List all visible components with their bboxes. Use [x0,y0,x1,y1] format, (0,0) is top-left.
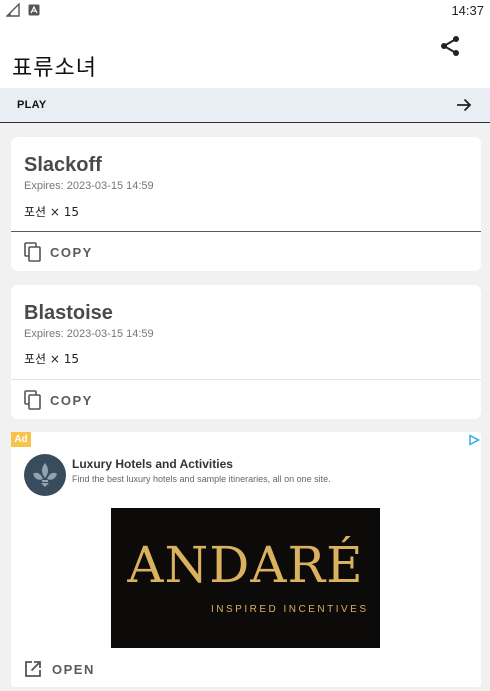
copy-label: COPY [50,244,93,260]
external-link-icon [25,661,41,677]
copy-icon [24,390,41,410]
page-title: 표류소녀 [12,56,97,81]
signal-icon [6,3,20,17]
status-icons [6,3,40,17]
copy-button[interactable]: COPY [24,388,93,412]
fleur-icon [33,463,57,487]
divider [11,379,481,380]
open-label: OPEN [52,661,95,677]
play-label: PLAY [17,99,47,111]
ad-tagline: INSPIRED INCENTIVES [211,604,369,615]
coupon-title: Slackoff [24,154,102,176]
coupon-reward: 포션 × 15 [24,205,80,219]
notification-a-icon [28,4,40,16]
share-icon [441,36,459,56]
copy-icon [24,242,41,262]
advertiser-logo [24,454,66,496]
ad-body: Find the best luxury hotels and sample i… [72,474,331,484]
coupon-title: Blastoise [24,302,113,324]
coupon-expires: Expires: 2023-03-15 14:59 [24,328,154,340]
ad-brand-logo: ANDARÉ [127,536,364,594]
ad-choices-icon[interactable] [468,434,480,446]
copy-label: COPY [50,392,93,408]
status-bar: 14:37 [0,0,490,22]
status-time: 14:37 [451,3,484,18]
ad-headline: Luxury Hotels and Activities [72,457,233,471]
ad-image[interactable]: ANDARÉ INSPIRED INCENTIVES [111,508,380,648]
coupon-expires: Expires: 2023-03-15 14:59 [24,180,154,192]
ad-badge: Ad [11,432,31,447]
ad-card[interactable]: Ad Luxury Hotels and Activities Find the… [11,432,481,687]
coupon-card: Slackoff Expires: 2023-03-15 14:59 포션 × … [11,137,481,271]
copy-button[interactable]: COPY [24,240,93,264]
divider [11,231,481,232]
share-button[interactable] [438,34,462,58]
play-bar[interactable]: PLAY [0,88,490,123]
arrow-right-icon [457,98,472,112]
app-bar: 표류소녀 [0,22,490,88]
coupon-reward: 포션 × 15 [24,352,80,366]
coupon-card: Blastoise Expires: 2023-03-15 14:59 포션 ×… [11,285,481,419]
open-button[interactable]: OPEN [24,657,95,681]
